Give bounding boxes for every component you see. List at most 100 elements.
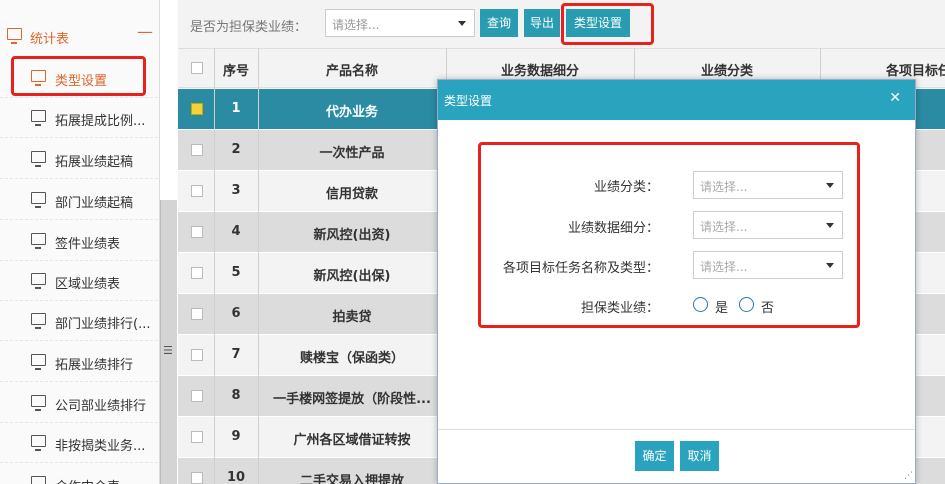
- sidebar-group-statistics[interactable]: 统计表 —: [0, 22, 160, 48]
- product-name: 广州各区域借证转按: [293, 433, 411, 448]
- sidebar-item-label: 合作中介表: [55, 476, 120, 484]
- sidebar-item-label: 公司部业绩排行: [55, 399, 147, 414]
- monitor-icon: [31, 395, 46, 411]
- row-number: 2: [231, 142, 241, 157]
- row-number: 10: [226, 470, 246, 484]
- row-checkbox[interactable]: [191, 103, 203, 115]
- monitor-icon: [31, 476, 46, 484]
- row-number: 6: [231, 306, 241, 321]
- dialog-header[interactable]: 类型设置 ✕: [438, 80, 915, 120]
- product-name: 新风控(出资): [313, 228, 391, 243]
- guarantee-label: 担保类业绩：: [580, 301, 659, 316]
- confirm-button[interactable]: 确定: [635, 441, 674, 471]
- collapse-icon[interactable]: —: [137, 22, 153, 41]
- select-placeholder: 请选择...: [700, 180, 748, 194]
- column-header: 序号: [222, 64, 249, 79]
- row-checkbox[interactable]: [191, 390, 203, 402]
- sidebar-item[interactable]: 非按揭类业务...: [0, 423, 158, 463]
- toolbar: 是否为担保类业绩： 请选择... 查询 导出 类型设置: [178, 0, 945, 48]
- product-name: 赎楼宝（保函类）: [299, 351, 404, 366]
- select-all-checkbox[interactable]: [191, 62, 203, 74]
- radio-yes[interactable]: [693, 297, 708, 312]
- sidebar-item[interactable]: 部门业绩起稿: [0, 180, 158, 220]
- sidebar-item-label: 拓展业绩起稿: [55, 155, 134, 170]
- resize-grip-icon[interactable]: ⋰: [904, 471, 913, 481]
- chevron-down-icon: [458, 21, 466, 26]
- monitor-icon: [31, 151, 46, 167]
- monitor-icon: [31, 110, 46, 126]
- chevron-down-icon: [826, 223, 834, 228]
- sidebar-item[interactable]: 拓展业绩排行: [0, 342, 158, 382]
- row-checkbox[interactable]: [191, 144, 203, 156]
- app-root: 统计表 — 类型设置 拓展提成比例... 拓展业绩起稿 部门业绩起稿 签件业绩表…: [0, 0, 945, 484]
- row-checkbox[interactable]: [191, 267, 203, 279]
- guarantee-filter-select[interactable]: 请选择...: [325, 9, 475, 37]
- chevron-down-icon: [826, 263, 834, 268]
- sidebar-item-label: 签件业绩表: [55, 237, 121, 252]
- radio-no[interactable]: [739, 297, 754, 312]
- column-divider: [214, 48, 215, 484]
- resize-handle-icon[interactable]: ☰: [163, 344, 173, 357]
- row-number: 3: [231, 183, 241, 198]
- sidebar-item[interactable]: 合作中介表: [0, 464, 158, 484]
- row-number: 1: [231, 101, 241, 116]
- dialog-divider: [438, 429, 915, 430]
- query-button[interactable]: 查询: [480, 9, 518, 37]
- sidebar-item-label: 非按揭类业务...: [55, 439, 146, 454]
- column-header: 业务数据细分: [500, 64, 579, 79]
- monitor-icon: [31, 192, 46, 208]
- row-checkbox[interactable]: [191, 185, 203, 197]
- filter-label: 是否为担保类业绩：: [190, 20, 308, 35]
- sidebar-item[interactable]: 拓展业绩起稿: [0, 139, 158, 179]
- sidebar-item-label: 区域业绩表: [55, 277, 121, 292]
- select-placeholder: 请选择...: [700, 260, 748, 274]
- export-button[interactable]: 导出: [524, 9, 560, 37]
- close-icon[interactable]: ✕: [889, 90, 901, 106]
- cancel-button[interactable]: 取消: [680, 441, 719, 471]
- product-name: 一手楼网签提放（阶段性...: [273, 392, 431, 407]
- row-number: 9: [231, 429, 241, 444]
- sidebar-item[interactable]: 签件业绩表: [0, 221, 158, 261]
- radio-no-label: 否: [761, 301, 775, 316]
- product-name: 二手交易入押提放: [299, 474, 404, 484]
- sidebar-item-label: 拓展业绩排行: [55, 358, 134, 373]
- row-number: 8: [231, 388, 241, 403]
- sidebar-item[interactable]: 区域业绩表: [0, 261, 158, 301]
- product-name: 一次性产品: [319, 146, 385, 161]
- detail-select[interactable]: 请选择...: [693, 211, 843, 239]
- sidebar-scrollbar[interactable]: [160, 200, 177, 484]
- product-name: 新风控(出保): [313, 269, 391, 284]
- row-checkbox[interactable]: [191, 431, 203, 443]
- sidebar-item[interactable]: 公司部业绩排行: [0, 383, 158, 423]
- monitor-icon: [31, 233, 46, 249]
- highlight-box-toolbar: [561, 3, 654, 45]
- column-header: 各项目标任: [886, 64, 945, 79]
- target-label: 各项目标任务名称及类型：: [502, 261, 659, 276]
- row-number: 4: [231, 224, 241, 239]
- row-checkbox[interactable]: [191, 472, 203, 484]
- detail-label: 业绩数据细分：: [567, 221, 659, 236]
- chevron-down-icon: [826, 183, 834, 188]
- sidebar-item-label: 部门业绩排行(...: [55, 317, 151, 332]
- row-checkbox[interactable]: [191, 308, 203, 320]
- monitor-icon: [31, 435, 46, 451]
- select-placeholder: 请选择...: [700, 220, 748, 234]
- sidebar-item[interactable]: 部门业绩排行(...: [0, 301, 158, 341]
- category-label: 业绩分类：: [593, 180, 659, 195]
- row-number: 5: [231, 265, 241, 280]
- monitor-icon: [7, 28, 22, 44]
- monitor-icon: [31, 354, 46, 370]
- row-checkbox[interactable]: [191, 349, 203, 361]
- product-name: 信用贷款: [325, 187, 378, 202]
- highlight-box-sidebar: [11, 56, 146, 96]
- row-number: 7: [231, 347, 241, 362]
- column-divider: [258, 48, 259, 484]
- target-select[interactable]: 请选择...: [693, 251, 843, 279]
- monitor-icon: [31, 273, 46, 289]
- type-setting-dialog: 类型设置 ✕ 业绩分类： 请选择... 业绩数据细分： 请选择... 各项目标任…: [437, 79, 916, 484]
- sidebar-item[interactable]: 拓展提成比例...: [0, 98, 158, 138]
- category-select[interactable]: 请选择...: [693, 171, 843, 199]
- dialog-title: 类型设置: [444, 94, 493, 108]
- row-checkbox[interactable]: [191, 226, 203, 238]
- sidebar-item-label: 部门业绩起稿: [55, 196, 134, 211]
